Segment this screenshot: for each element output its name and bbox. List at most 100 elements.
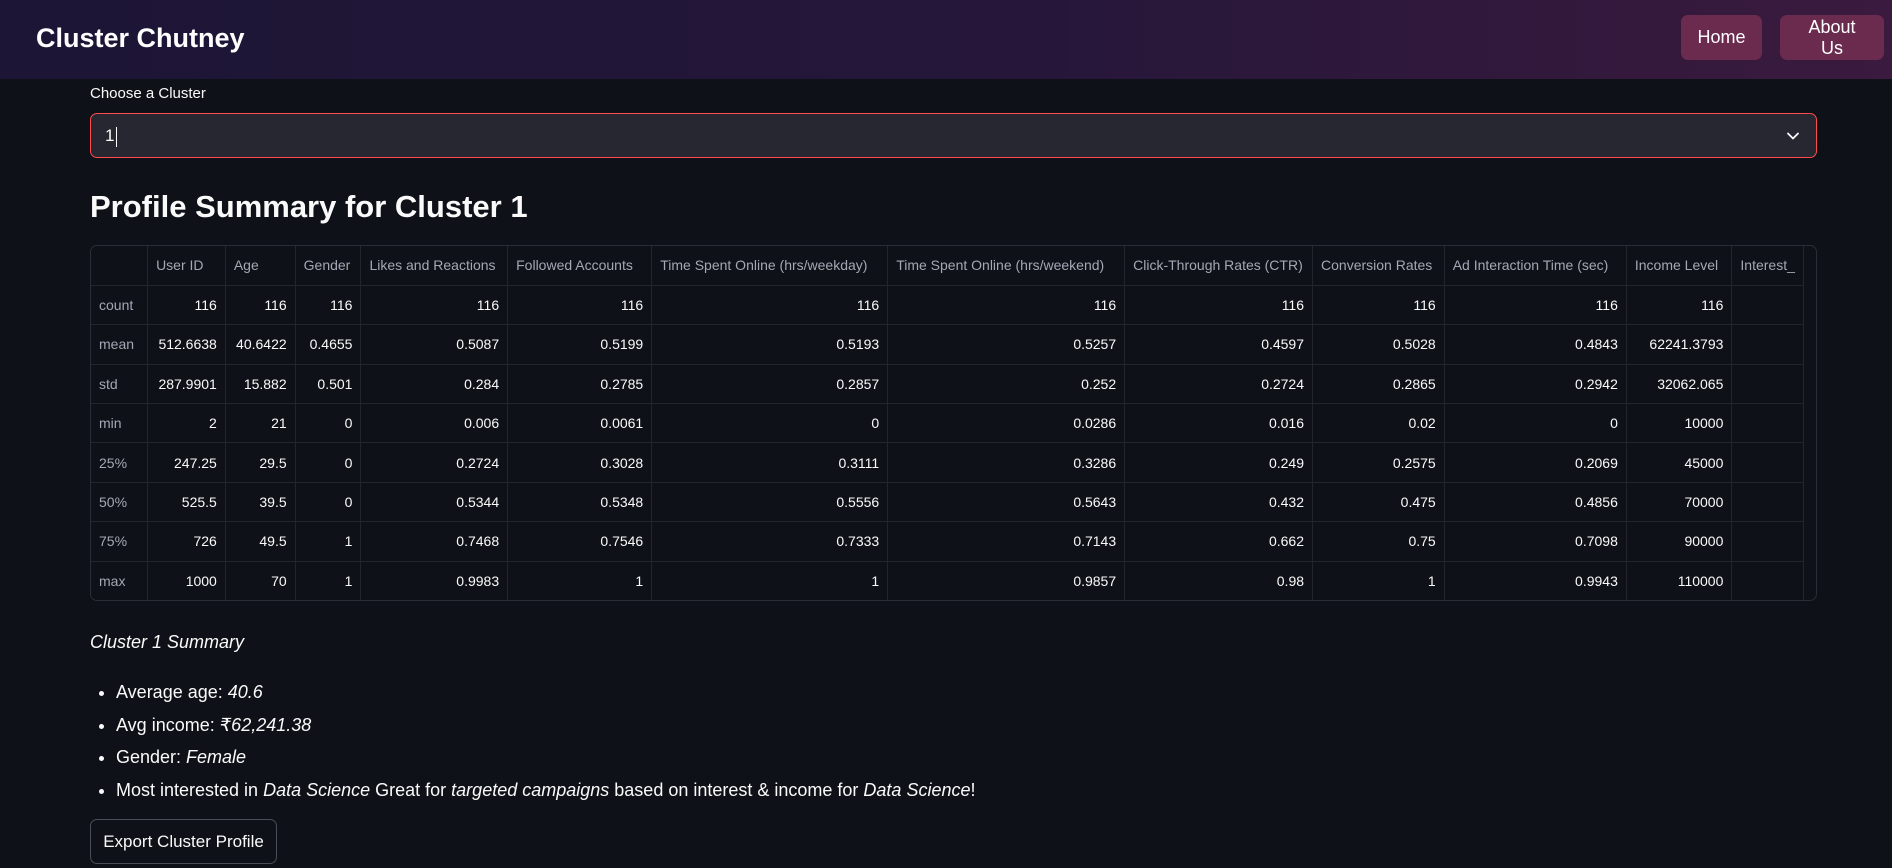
table-cell[interactable]: 0 <box>651 403 889 444</box>
table-cell[interactable]: 0.006 <box>360 403 509 444</box>
table-scroll-area[interactable]: User ID Age Gender Likes and Reactions F… <box>91 246 1804 600</box>
column-header[interactable]: Age <box>225 246 296 286</box>
table-cell[interactable]: 0.5348 <box>507 482 653 523</box>
table-cell[interactable]: 21 <box>225 403 296 444</box>
table-cell[interactable] <box>1731 285 1804 326</box>
table-cell[interactable]: 0.9983 <box>360 561 509 600</box>
table-cell[interactable]: 1 <box>651 561 889 600</box>
column-header[interactable]: Interest_ <box>1731 246 1804 286</box>
table-cell[interactable]: 0.3028 <box>507 442 653 483</box>
table-cell[interactable]: 15.882 <box>225 364 296 405</box>
column-header[interactable]: Time Spent Online (hrs/weekend) <box>887 246 1126 286</box>
table-cell[interactable]: 116 <box>1444 285 1627 326</box>
table-cell[interactable]: 0.2724 <box>1124 364 1314 405</box>
table-cell[interactable]: 0 <box>295 403 362 444</box>
table-cell[interactable]: 110000 <box>1626 561 1733 600</box>
table-cell[interactable]: 0.284 <box>360 364 509 405</box>
table-cell[interactable]: 116 <box>507 285 653 326</box>
table-cell[interactable]: 0.2575 <box>1312 442 1445 483</box>
column-header[interactable]: Time Spent Online (hrs/weekday) <box>651 246 889 286</box>
table-cell[interactable]: 0.2785 <box>507 364 653 405</box>
column-header[interactable]: Gender <box>295 246 362 286</box>
column-header[interactable]: Likes and Reactions <box>360 246 509 286</box>
cluster-select-value[interactable]: 1 <box>105 125 118 147</box>
table-cell[interactable]: 0.249 <box>1124 442 1314 483</box>
table-cell[interactable]: 116 <box>360 285 509 326</box>
table-cell[interactable]: 0.98 <box>1124 561 1314 600</box>
table-cell[interactable]: 0.4597 <box>1124 324 1314 365</box>
table-cell[interactable]: 0 <box>295 442 362 483</box>
table-cell[interactable]: 116 <box>651 285 889 326</box>
table-cell[interactable]: 49.5 <box>225 521 296 562</box>
table-cell[interactable] <box>1731 403 1804 444</box>
table-cell[interactable]: 32062.065 <box>1626 364 1733 405</box>
table-cell[interactable]: 0.75 <box>1312 521 1445 562</box>
table-cell[interactable]: 0.5199 <box>507 324 653 365</box>
table-cell[interactable]: 0.2724 <box>360 442 509 483</box>
table-cell[interactable] <box>1731 324 1804 365</box>
table-cell[interactable]: 0.2942 <box>1444 364 1627 405</box>
column-header[interactable]: Click-Through Rates (CTR) <box>1124 246 1314 286</box>
table-cell[interactable]: 116 <box>1124 285 1314 326</box>
table-cell[interactable]: 1 <box>507 561 653 600</box>
table-cell[interactable]: 0.252 <box>887 364 1126 405</box>
table-cell[interactable]: 40.6422 <box>225 324 296 365</box>
table-cell[interactable]: 39.5 <box>225 482 296 523</box>
table-cell[interactable] <box>1731 442 1804 483</box>
table-cell[interactable]: 0.501 <box>295 364 362 405</box>
table-cell[interactable]: 62241.3793 <box>1626 324 1733 365</box>
table-cell[interactable]: 0.7098 <box>1444 521 1627 562</box>
table-cell[interactable]: 0.5556 <box>651 482 889 523</box>
table-cell[interactable]: 0.2857 <box>651 364 889 405</box>
table-cell[interactable]: 10000 <box>1626 403 1733 444</box>
table-cell[interactable] <box>1731 521 1804 562</box>
table-cell[interactable]: 0.5028 <box>1312 324 1445 365</box>
table-cell[interactable]: 0.662 <box>1124 521 1314 562</box>
table-cell[interactable]: 0.5257 <box>887 324 1126 365</box>
table-cell[interactable]: 0.4843 <box>1444 324 1627 365</box>
table-cell[interactable]: 512.6638 <box>147 324 226 365</box>
table-cell[interactable] <box>1731 561 1804 600</box>
table-cell[interactable]: 0.4856 <box>1444 482 1627 523</box>
table-cell[interactable]: 0.475 <box>1312 482 1445 523</box>
table-cell[interactable]: 0 <box>295 482 362 523</box>
table-cell[interactable]: 116 <box>147 285 226 326</box>
table-cell[interactable]: 1 <box>295 561 362 600</box>
table-cell[interactable]: 0.5087 <box>360 324 509 365</box>
table-cell[interactable]: 0.7546 <box>507 521 653 562</box>
table-cell[interactable]: 726 <box>147 521 226 562</box>
column-header[interactable]: User ID <box>147 246 226 286</box>
cluster-select[interactable]: 1 <box>90 113 1817 158</box>
table-cell[interactable]: 1000 <box>147 561 226 600</box>
table-cell[interactable]: 0.9857 <box>887 561 1126 600</box>
table-cell[interactable]: 70000 <box>1626 482 1733 523</box>
table-cell[interactable]: 116 <box>1626 285 1733 326</box>
table-cell[interactable] <box>1731 364 1804 405</box>
table-cell[interactable]: 29.5 <box>225 442 296 483</box>
table-cell[interactable]: 0.0286 <box>887 403 1126 444</box>
table-cell[interactable]: 1 <box>295 521 362 562</box>
table-cell[interactable]: 0.7143 <box>887 521 1126 562</box>
table-cell[interactable]: 1 <box>1312 561 1445 600</box>
table-cell[interactable]: 0.3111 <box>651 442 889 483</box>
column-header[interactable]: Income Level <box>1626 246 1733 286</box>
table-cell[interactable]: 45000 <box>1626 442 1733 483</box>
table-cell[interactable]: 0.7333 <box>651 521 889 562</box>
export-cluster-profile-button[interactable]: Export Cluster Profile <box>90 819 277 864</box>
table-cell[interactable]: 0.2069 <box>1444 442 1627 483</box>
table-cell[interactable]: 0.5344 <box>360 482 509 523</box>
table-cell[interactable]: 2 <box>147 403 226 444</box>
table-cell[interactable] <box>1731 482 1804 523</box>
table-cell[interactable]: 116 <box>887 285 1126 326</box>
profile-summary-table[interactable]: User ID Age Gender Likes and Reactions F… <box>90 245 1817 601</box>
table-cell[interactable]: 287.9901 <box>147 364 226 405</box>
table-cell[interactable]: 0.0061 <box>507 403 653 444</box>
chevron-down-icon[interactable] <box>1786 129 1800 143</box>
table-cell[interactable]: 0.016 <box>1124 403 1314 444</box>
table-cell[interactable]: 525.5 <box>147 482 226 523</box>
column-header[interactable]: Conversion Rates <box>1312 246 1445 286</box>
table-cell[interactable]: 0.02 <box>1312 403 1445 444</box>
table-cell[interactable]: 0 <box>1444 403 1627 444</box>
table-cell[interactable]: 0.7468 <box>360 521 509 562</box>
table-cell[interactable]: 0.3286 <box>887 442 1126 483</box>
